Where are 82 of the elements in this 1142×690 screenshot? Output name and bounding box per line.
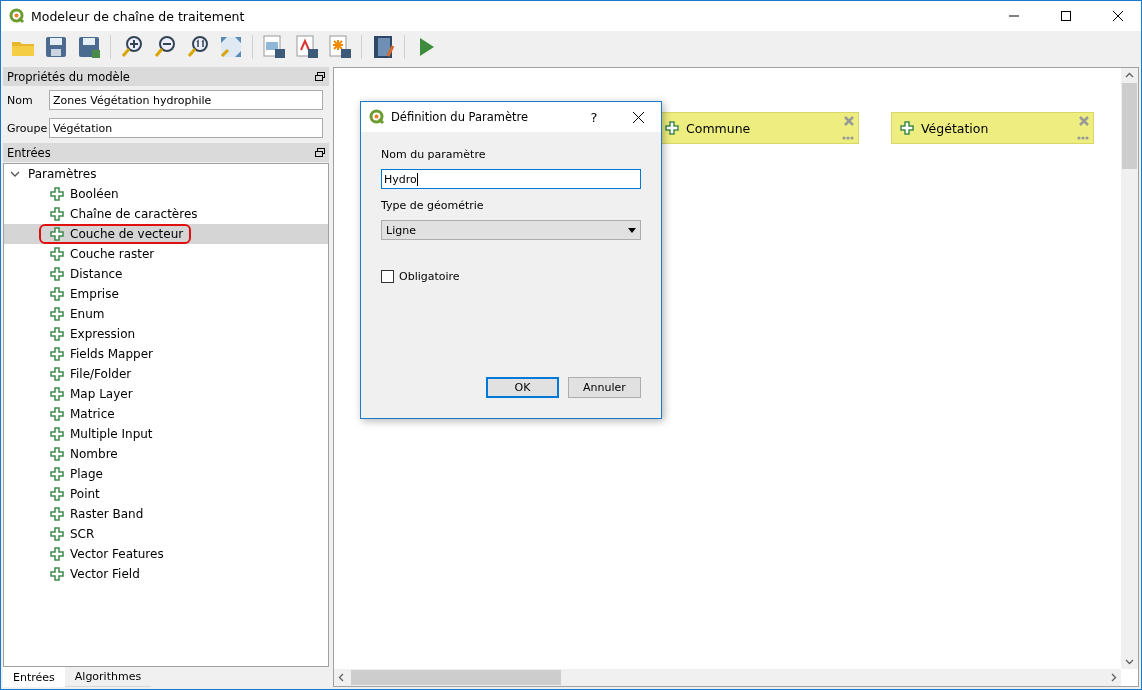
panel-title: Entrées — [7, 145, 51, 160]
zoom-full-icon[interactable] — [218, 34, 244, 60]
plus-icon — [50, 187, 64, 201]
plus-icon — [50, 247, 64, 261]
name-field[interactable]: Hydro — [381, 169, 641, 189]
chevron-down-icon[interactable] — [10, 169, 20, 179]
plus-icon — [50, 327, 64, 341]
tree-item[interactable]: File/Folder — [4, 364, 328, 384]
plus-icon — [50, 447, 64, 461]
tree-item[interactable]: Matrice — [4, 404, 328, 424]
export-svg-icon[interactable] — [327, 34, 353, 60]
plus-icon — [50, 227, 64, 241]
tree-item[interactable]: Plage — [4, 464, 328, 484]
app-logo-icon — [9, 8, 25, 24]
plus-icon — [50, 407, 64, 421]
tree-item[interactable]: Enum — [4, 304, 328, 324]
dialog-title: Définition du Paramètre — [391, 110, 530, 124]
dialog-button[interactable]: Annuler — [568, 377, 641, 398]
tree-item[interactable]: Map Layer — [4, 384, 328, 404]
tree-item[interactable]: SCR — [4, 524, 328, 544]
plus-icon — [50, 547, 64, 561]
field-label: Type de géométrie — [381, 199, 485, 214]
mandatory-checkbox[interactable]: Obligatoire — [381, 270, 641, 283]
plus-icon — [50, 567, 64, 581]
field-label: Nom du paramètre — [381, 148, 487, 163]
plus-icon — [50, 347, 64, 361]
plus-icon — [50, 507, 64, 521]
tree-item[interactable]: Emprise — [4, 284, 328, 304]
plus-icon — [50, 207, 64, 221]
undock-icon[interactable] — [315, 72, 325, 81]
field-label: Groupe — [7, 121, 45, 135]
plus-icon — [900, 121, 914, 135]
vertical-scrollbar[interactable] — [1121, 68, 1138, 669]
panel-title: Propriétés du modèle — [7, 69, 130, 84]
dropdown-arrow-icon[interactable] — [628, 227, 636, 233]
plus-icon — [50, 467, 64, 481]
tree-item[interactable]: Couche de vecteur — [4, 224, 328, 244]
tree-item[interactable]: Multiple Input — [4, 424, 328, 444]
window-title: Modeleur de chaîne de traitement — [31, 8, 246, 24]
zoom-out-icon[interactable] — [152, 34, 178, 60]
close-icon[interactable] — [1113, 11, 1123, 21]
export-pdf-icon[interactable] — [294, 34, 320, 60]
text-field[interactable]: Zones Végétation hydrophile — [49, 90, 323, 110]
geometry-dropdown[interactable]: Ligne — [381, 220, 641, 240]
tree-item[interactable]: Vector Field — [4, 564, 328, 584]
export-image-icon[interactable] — [261, 34, 287, 60]
dialog-button[interactable]: OK — [486, 377, 559, 398]
tree-item[interactable]: Chaîne de caractères — [4, 204, 328, 224]
maximize-icon[interactable] — [1061, 11, 1071, 21]
zoom-actual-icon[interactable] — [185, 34, 211, 60]
tree-item[interactable]: Vector Features — [4, 544, 328, 564]
scroll-thumb[interactable] — [351, 670, 561, 685]
zoom-in-icon[interactable] — [119, 34, 145, 60]
plus-icon — [50, 287, 64, 301]
tab[interactable]: Entrées — [3, 667, 65, 687]
plus-icon — [665, 121, 679, 135]
tree-item[interactable]: Booléen — [4, 184, 328, 204]
plus-icon — [50, 307, 64, 321]
plus-icon — [50, 487, 64, 501]
tree-group[interactable]: Paramètres — [4, 164, 328, 184]
tree-item[interactable]: Raster Band — [4, 504, 328, 524]
tree-item[interactable]: Nombre — [4, 444, 328, 464]
save-icon[interactable] — [43, 34, 69, 60]
save-as-icon[interactable] — [76, 34, 102, 60]
plus-icon — [50, 527, 64, 541]
tree-item[interactable]: Expression — [4, 324, 328, 344]
tree-item[interactable]: Distance — [4, 264, 328, 284]
tree-item[interactable]: Couche raster — [4, 244, 328, 264]
help-button[interactable]: ? — [579, 109, 609, 125]
horizontal-scrollbar[interactable] — [334, 669, 1121, 686]
text-field[interactable]: Végétation — [49, 118, 323, 138]
scroll-thumb[interactable] — [1122, 83, 1137, 169]
undock-icon[interactable] — [315, 148, 325, 157]
plus-icon — [50, 367, 64, 381]
plus-icon — [50, 267, 64, 281]
plus-icon — [50, 387, 64, 401]
plus-icon — [50, 427, 64, 441]
app-logo-icon — [369, 109, 385, 125]
tree-item[interactable]: Fields Mapper — [4, 344, 328, 364]
tree-item[interactable]: Point — [4, 484, 328, 504]
close-icon[interactable] — [632, 111, 644, 123]
field-label: Nom — [7, 93, 34, 107]
